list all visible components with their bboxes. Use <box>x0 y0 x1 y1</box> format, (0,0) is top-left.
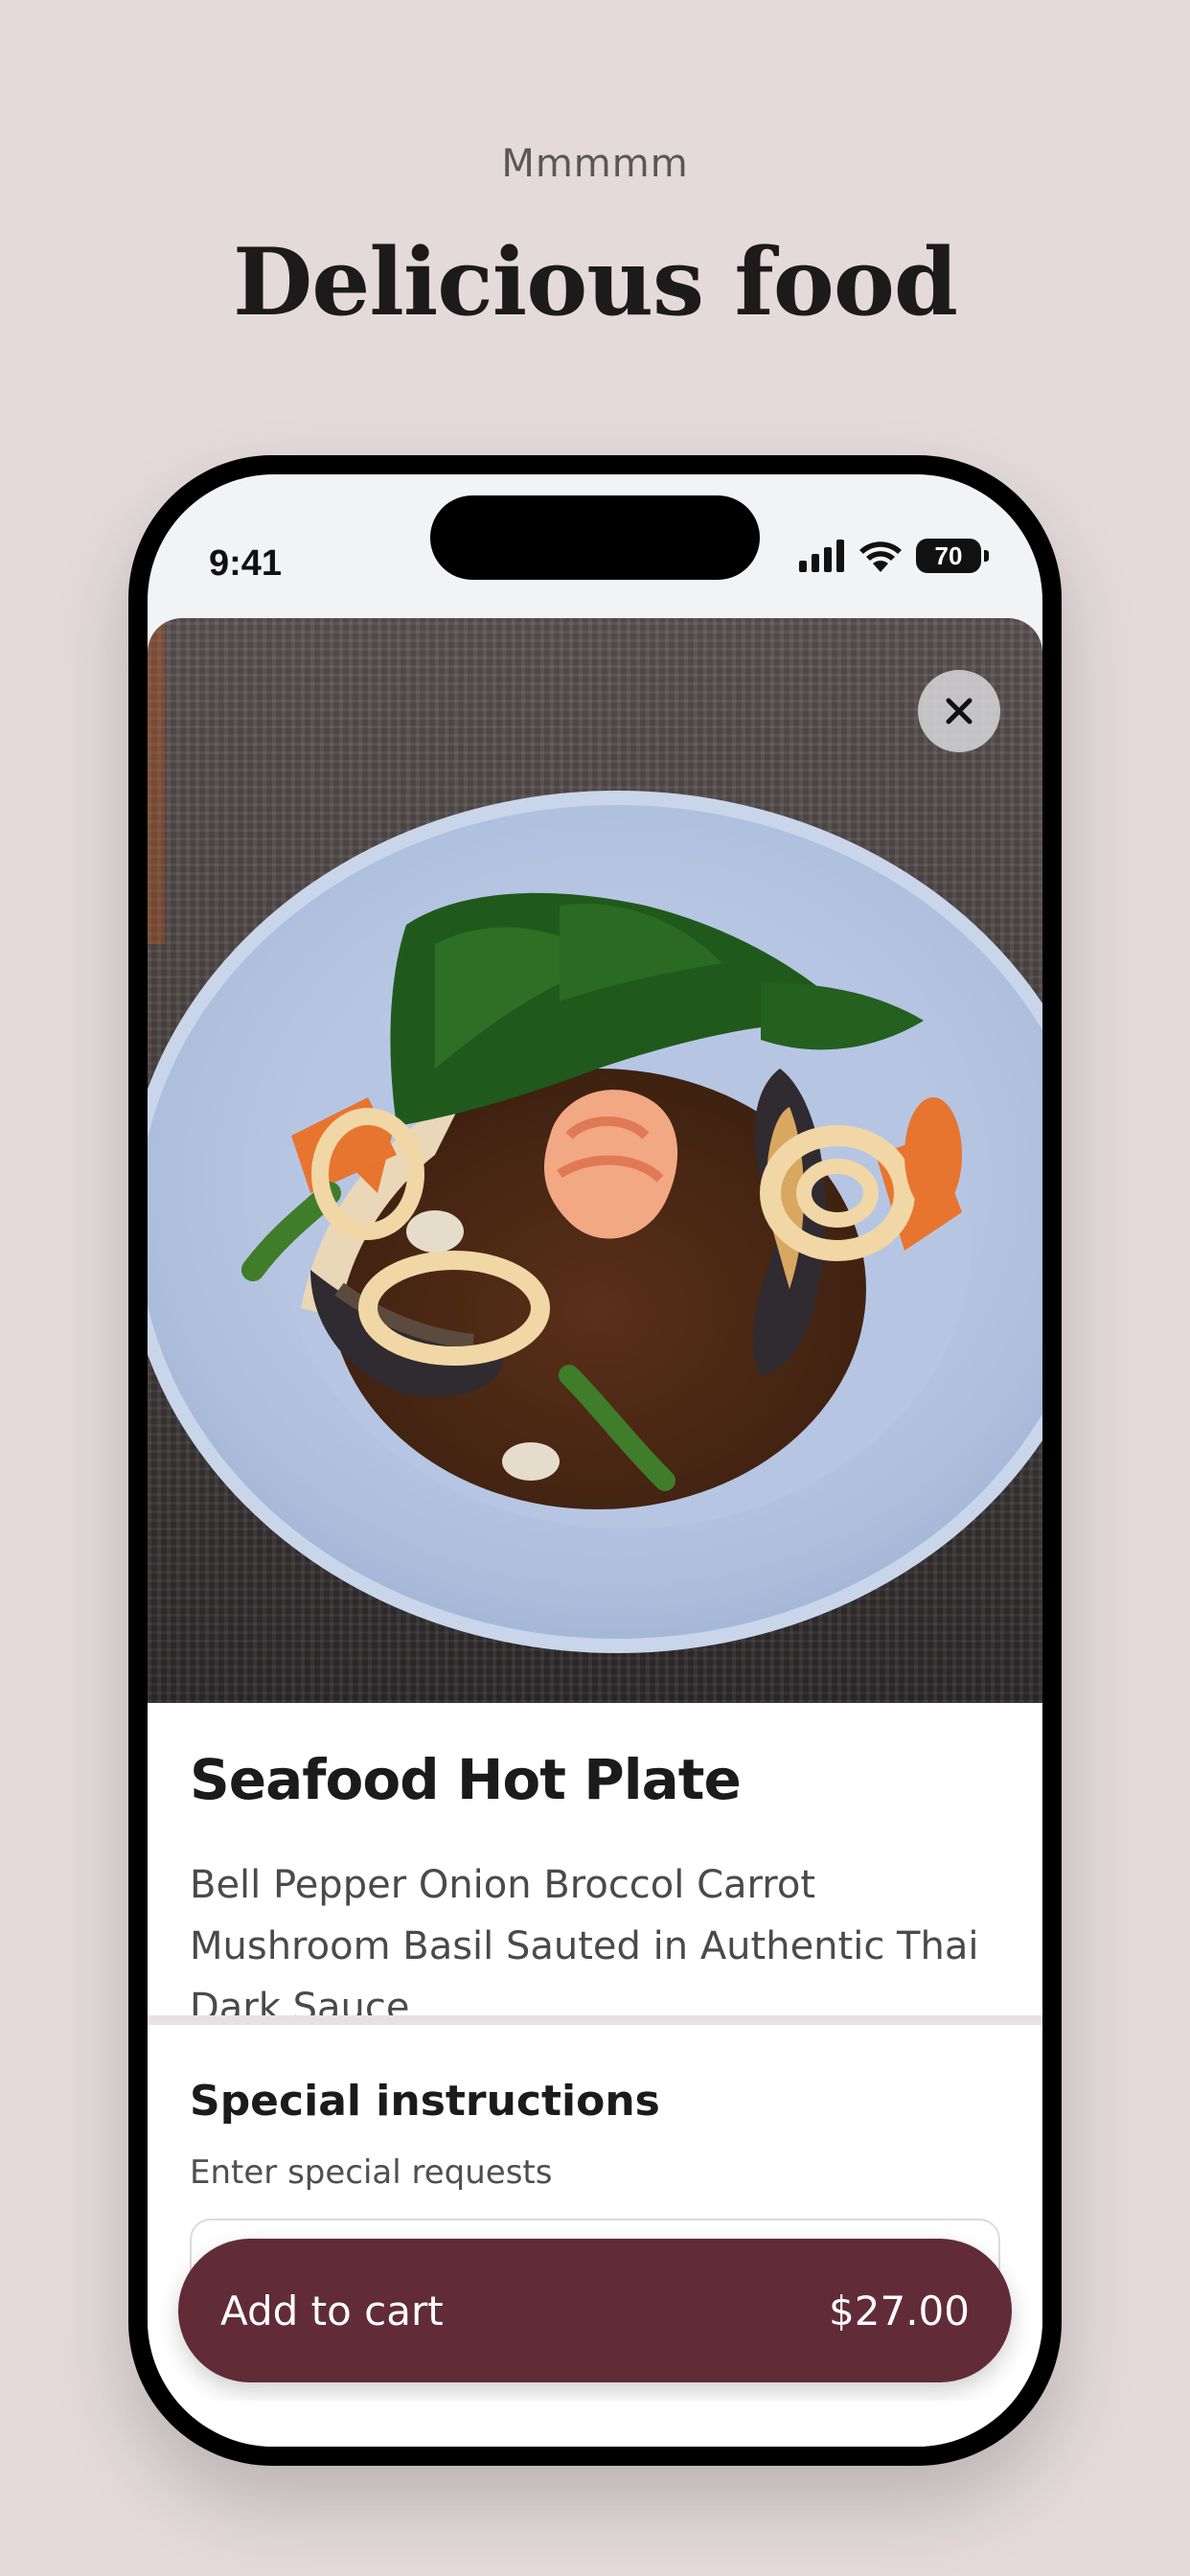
sheet-bottom <box>148 2401 1042 2447</box>
battery-indicator: 70 <box>916 539 989 573</box>
food-photo-illustration <box>148 618 1042 1653</box>
special-instructions-subtitle: Enter special requests <box>190 2153 553 2192</box>
phone-frame: 9:41 70 Seafood Hot Plate Bell Pepper On… <box>128 455 1062 2466</box>
item-description: Bell Pepper Onion Broccol Carrot Mushroo… <box>190 1863 979 2030</box>
special-instructions-title: Special instructions <box>190 2077 660 2126</box>
add-to-cart-label: Add to cart <box>220 2287 444 2334</box>
cellular-signal-icon <box>799 540 844 572</box>
status-time: 9:41 <box>209 543 283 584</box>
item-title: Seafood Hot Plate <box>190 1747 742 1812</box>
page-kicker: Mmmmm <box>501 142 689 186</box>
close-button[interactable] <box>918 670 1000 752</box>
food-photo <box>148 618 1042 1703</box>
wifi-icon <box>859 541 902 572</box>
add-to-cart-button[interactable]: Add to cart $27.00 <box>178 2239 1012 2382</box>
cart-price: $27.00 <box>829 2287 970 2334</box>
section-divider <box>148 2015 1042 2025</box>
phone-screen: 9:41 70 Seafood Hot Plate Bell Pepper On… <box>148 474 1042 2447</box>
dynamic-island <box>430 495 760 580</box>
status-icons: 70 <box>799 534 989 578</box>
close-icon <box>946 698 973 724</box>
page-headline: Delicious food <box>233 228 958 336</box>
item-sheet: Seafood Hot Plate Bell Pepper Onion Broc… <box>148 618 1042 2447</box>
